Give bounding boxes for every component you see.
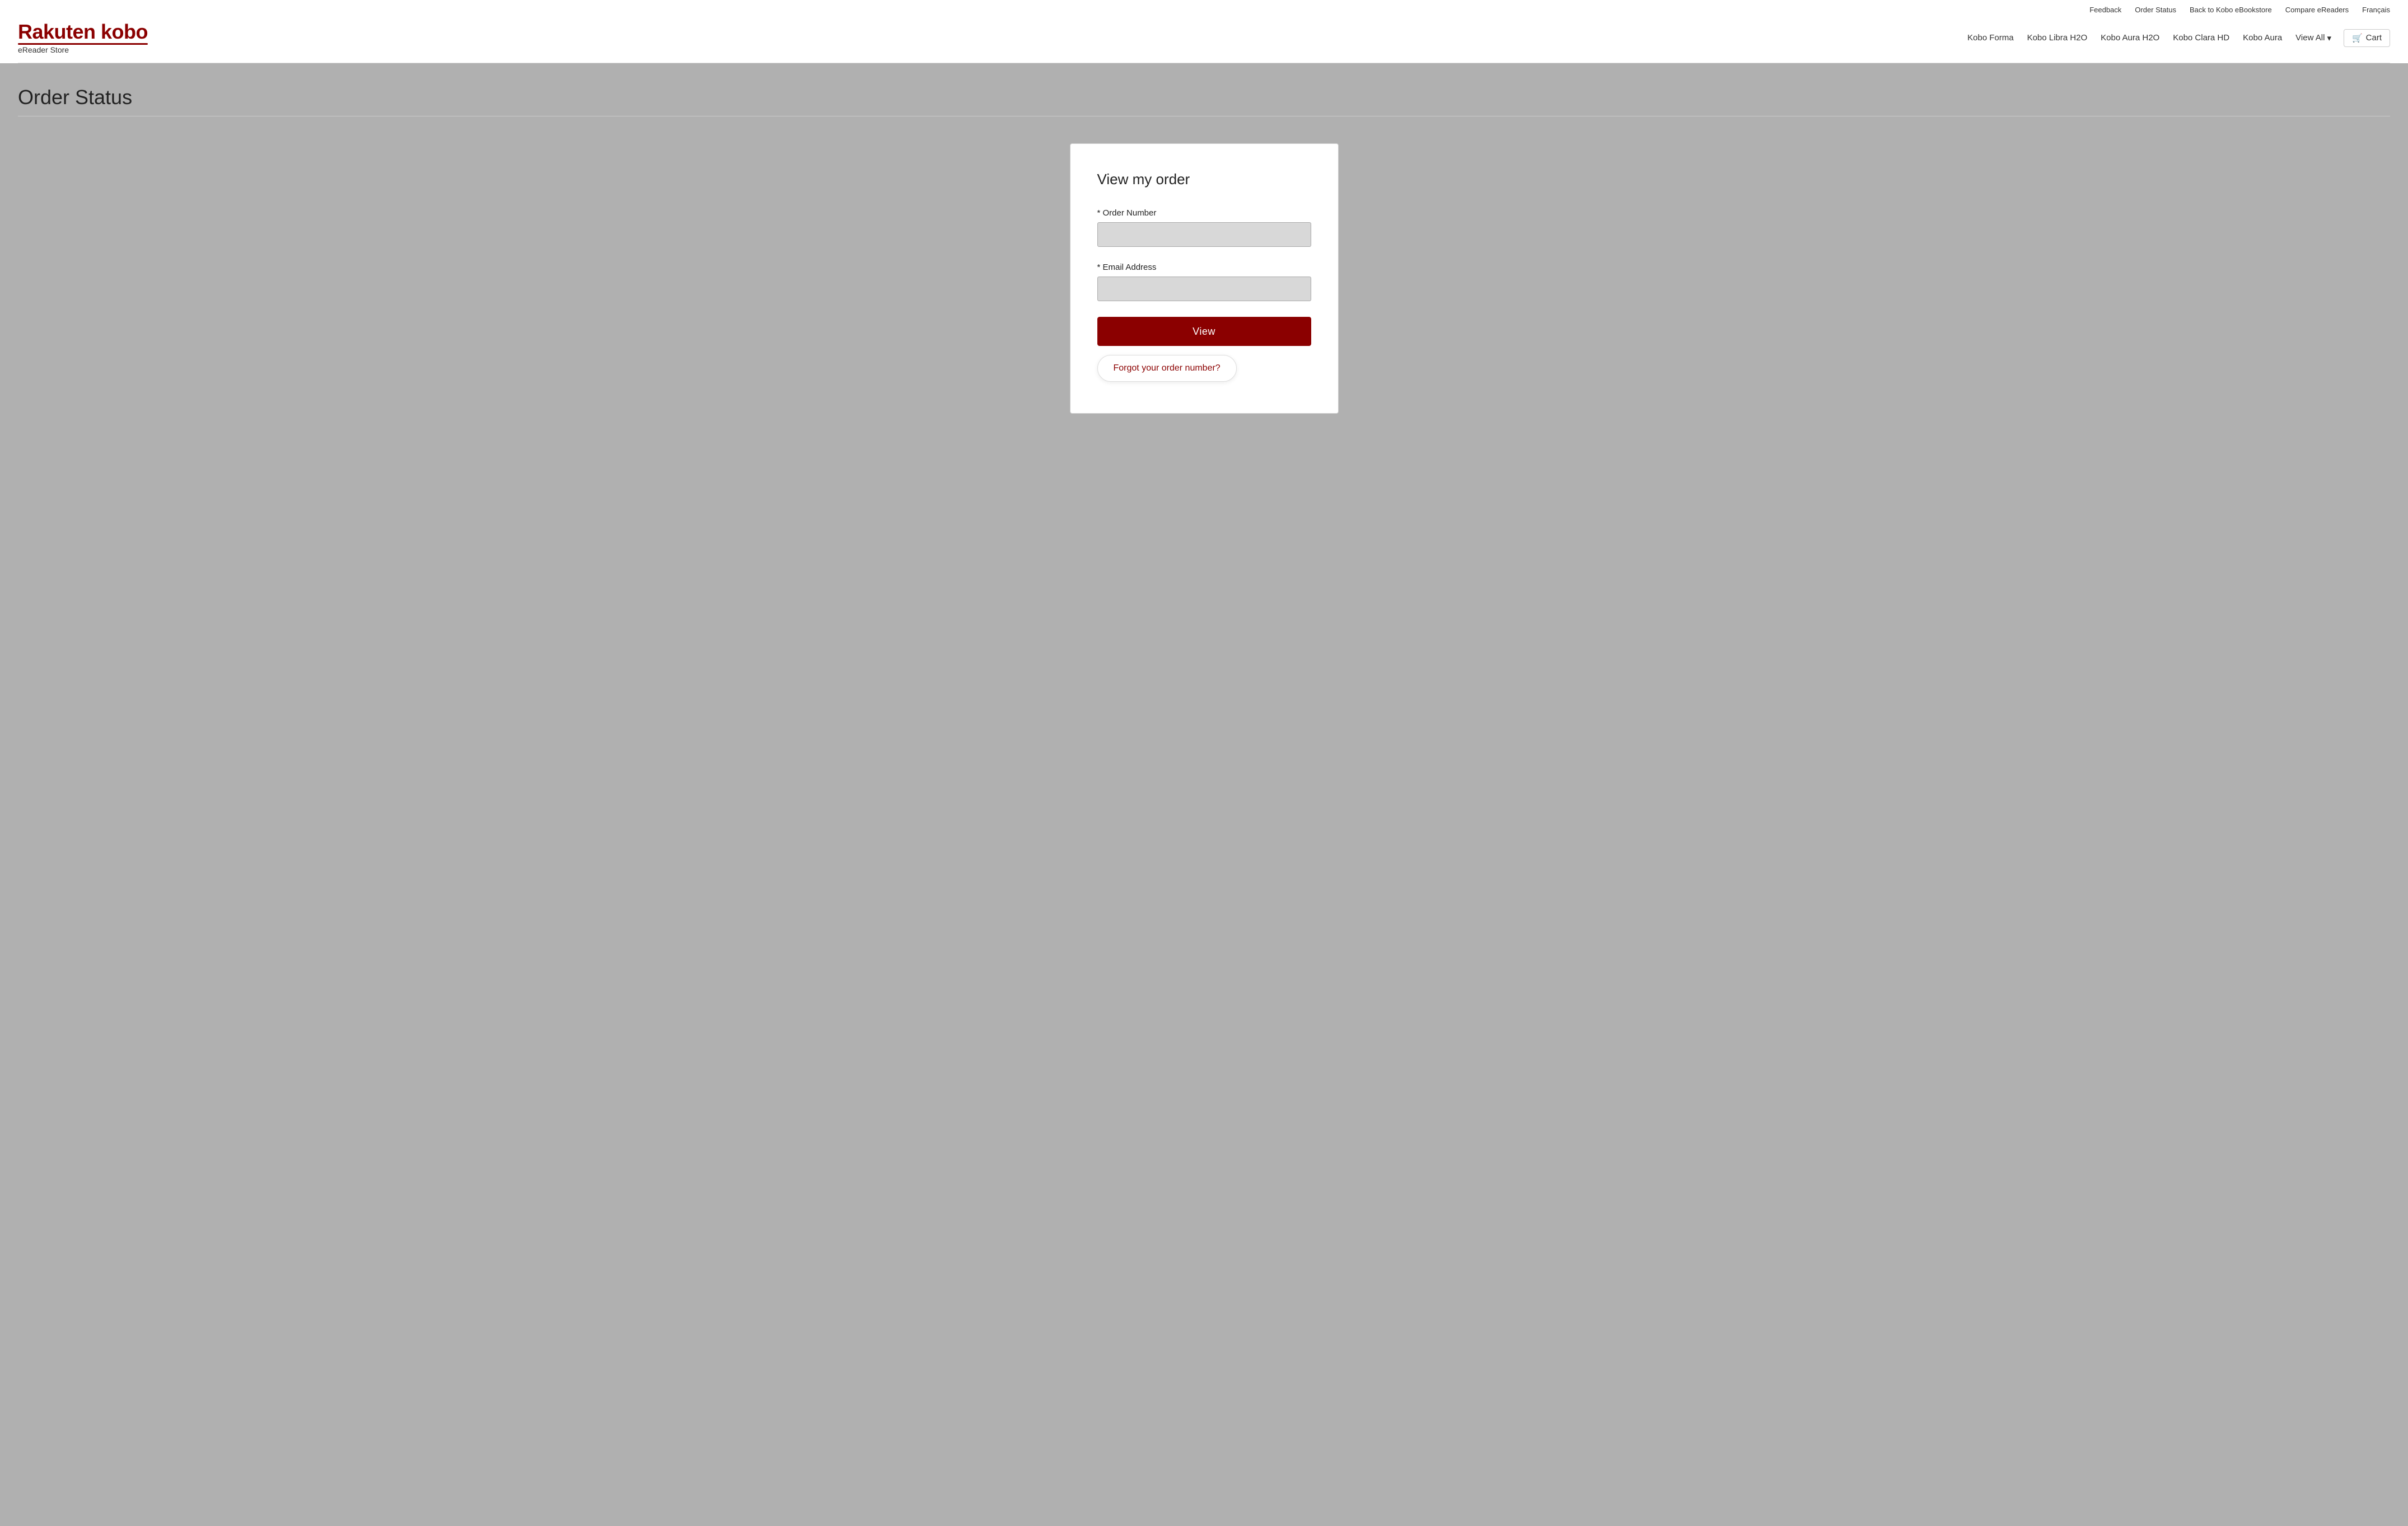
forgot-link-container: Forgot your order number? (1097, 355, 1311, 382)
page-title: Order Status (18, 86, 2390, 109)
chevron-down-icon: ▾ (2327, 33, 2331, 43)
view-all-label: View All (2295, 33, 2325, 43)
nav-kobo-clara-hd[interactable]: Kobo Clara HD (2167, 30, 2235, 46)
view-order-button[interactable]: View (1097, 317, 1311, 346)
cart-label: Cart (2366, 33, 2382, 43)
forgot-order-number-link[interactable]: Forgot your order number? (1097, 355, 1237, 382)
order-number-input[interactable] (1097, 222, 1311, 247)
email-address-input[interactable] (1097, 277, 1311, 301)
order-status-form-card: View my order * Order Number * Email Add… (1070, 143, 1339, 414)
top-nav: Feedback Order Status Back to Kobo eBook… (18, 0, 2390, 17)
compare-ereaders-link[interactable]: Compare eReaders (2285, 6, 2349, 14)
view-all-button[interactable]: View All ▾ (2290, 30, 2337, 46)
order-status-link[interactable]: Order Status (2135, 6, 2176, 14)
order-number-group: * Order Number (1097, 208, 1311, 247)
logo[interactable]: Rakuten kobo eReader Store (18, 22, 148, 54)
page-content: Order Status View my order * Order Numbe… (0, 63, 2408, 436)
logo-underline (18, 43, 148, 45)
logo-text: Rakuten kobo (18, 22, 148, 42)
nav-kobo-forma[interactable]: Kobo Forma (1962, 30, 2019, 46)
nav-kobo-aura[interactable]: Kobo Aura (2237, 30, 2288, 46)
nav-kobo-libra-h2o[interactable]: Kobo Libra H2O (2022, 30, 2093, 46)
cart-icon: 🛒 (2352, 33, 2363, 43)
email-address-group: * Email Address (1097, 263, 1311, 301)
francais-link[interactable]: Français (2362, 6, 2390, 14)
main-nav: Kobo Forma Kobo Libra H2O Kobo Aura H2O … (1962, 29, 2390, 47)
logo-subtitle: eReader Store (18, 46, 148, 54)
cart-button[interactable]: 🛒 Cart (2344, 29, 2390, 47)
feedback-link[interactable]: Feedback (2089, 6, 2121, 14)
back-to-kobo-link[interactable]: Back to Kobo eBookstore (2190, 6, 2272, 14)
nav-kobo-aura-h2o[interactable]: Kobo Aura H2O (2095, 30, 2165, 46)
site-header: Feedback Order Status Back to Kobo eBook… (0, 0, 2408, 63)
email-address-label: * Email Address (1097, 263, 1311, 272)
form-title: View my order (1097, 171, 1311, 188)
header-main: Rakuten kobo eReader Store Kobo Forma Ko… (18, 17, 2390, 63)
order-number-label: * Order Number (1097, 208, 1311, 218)
